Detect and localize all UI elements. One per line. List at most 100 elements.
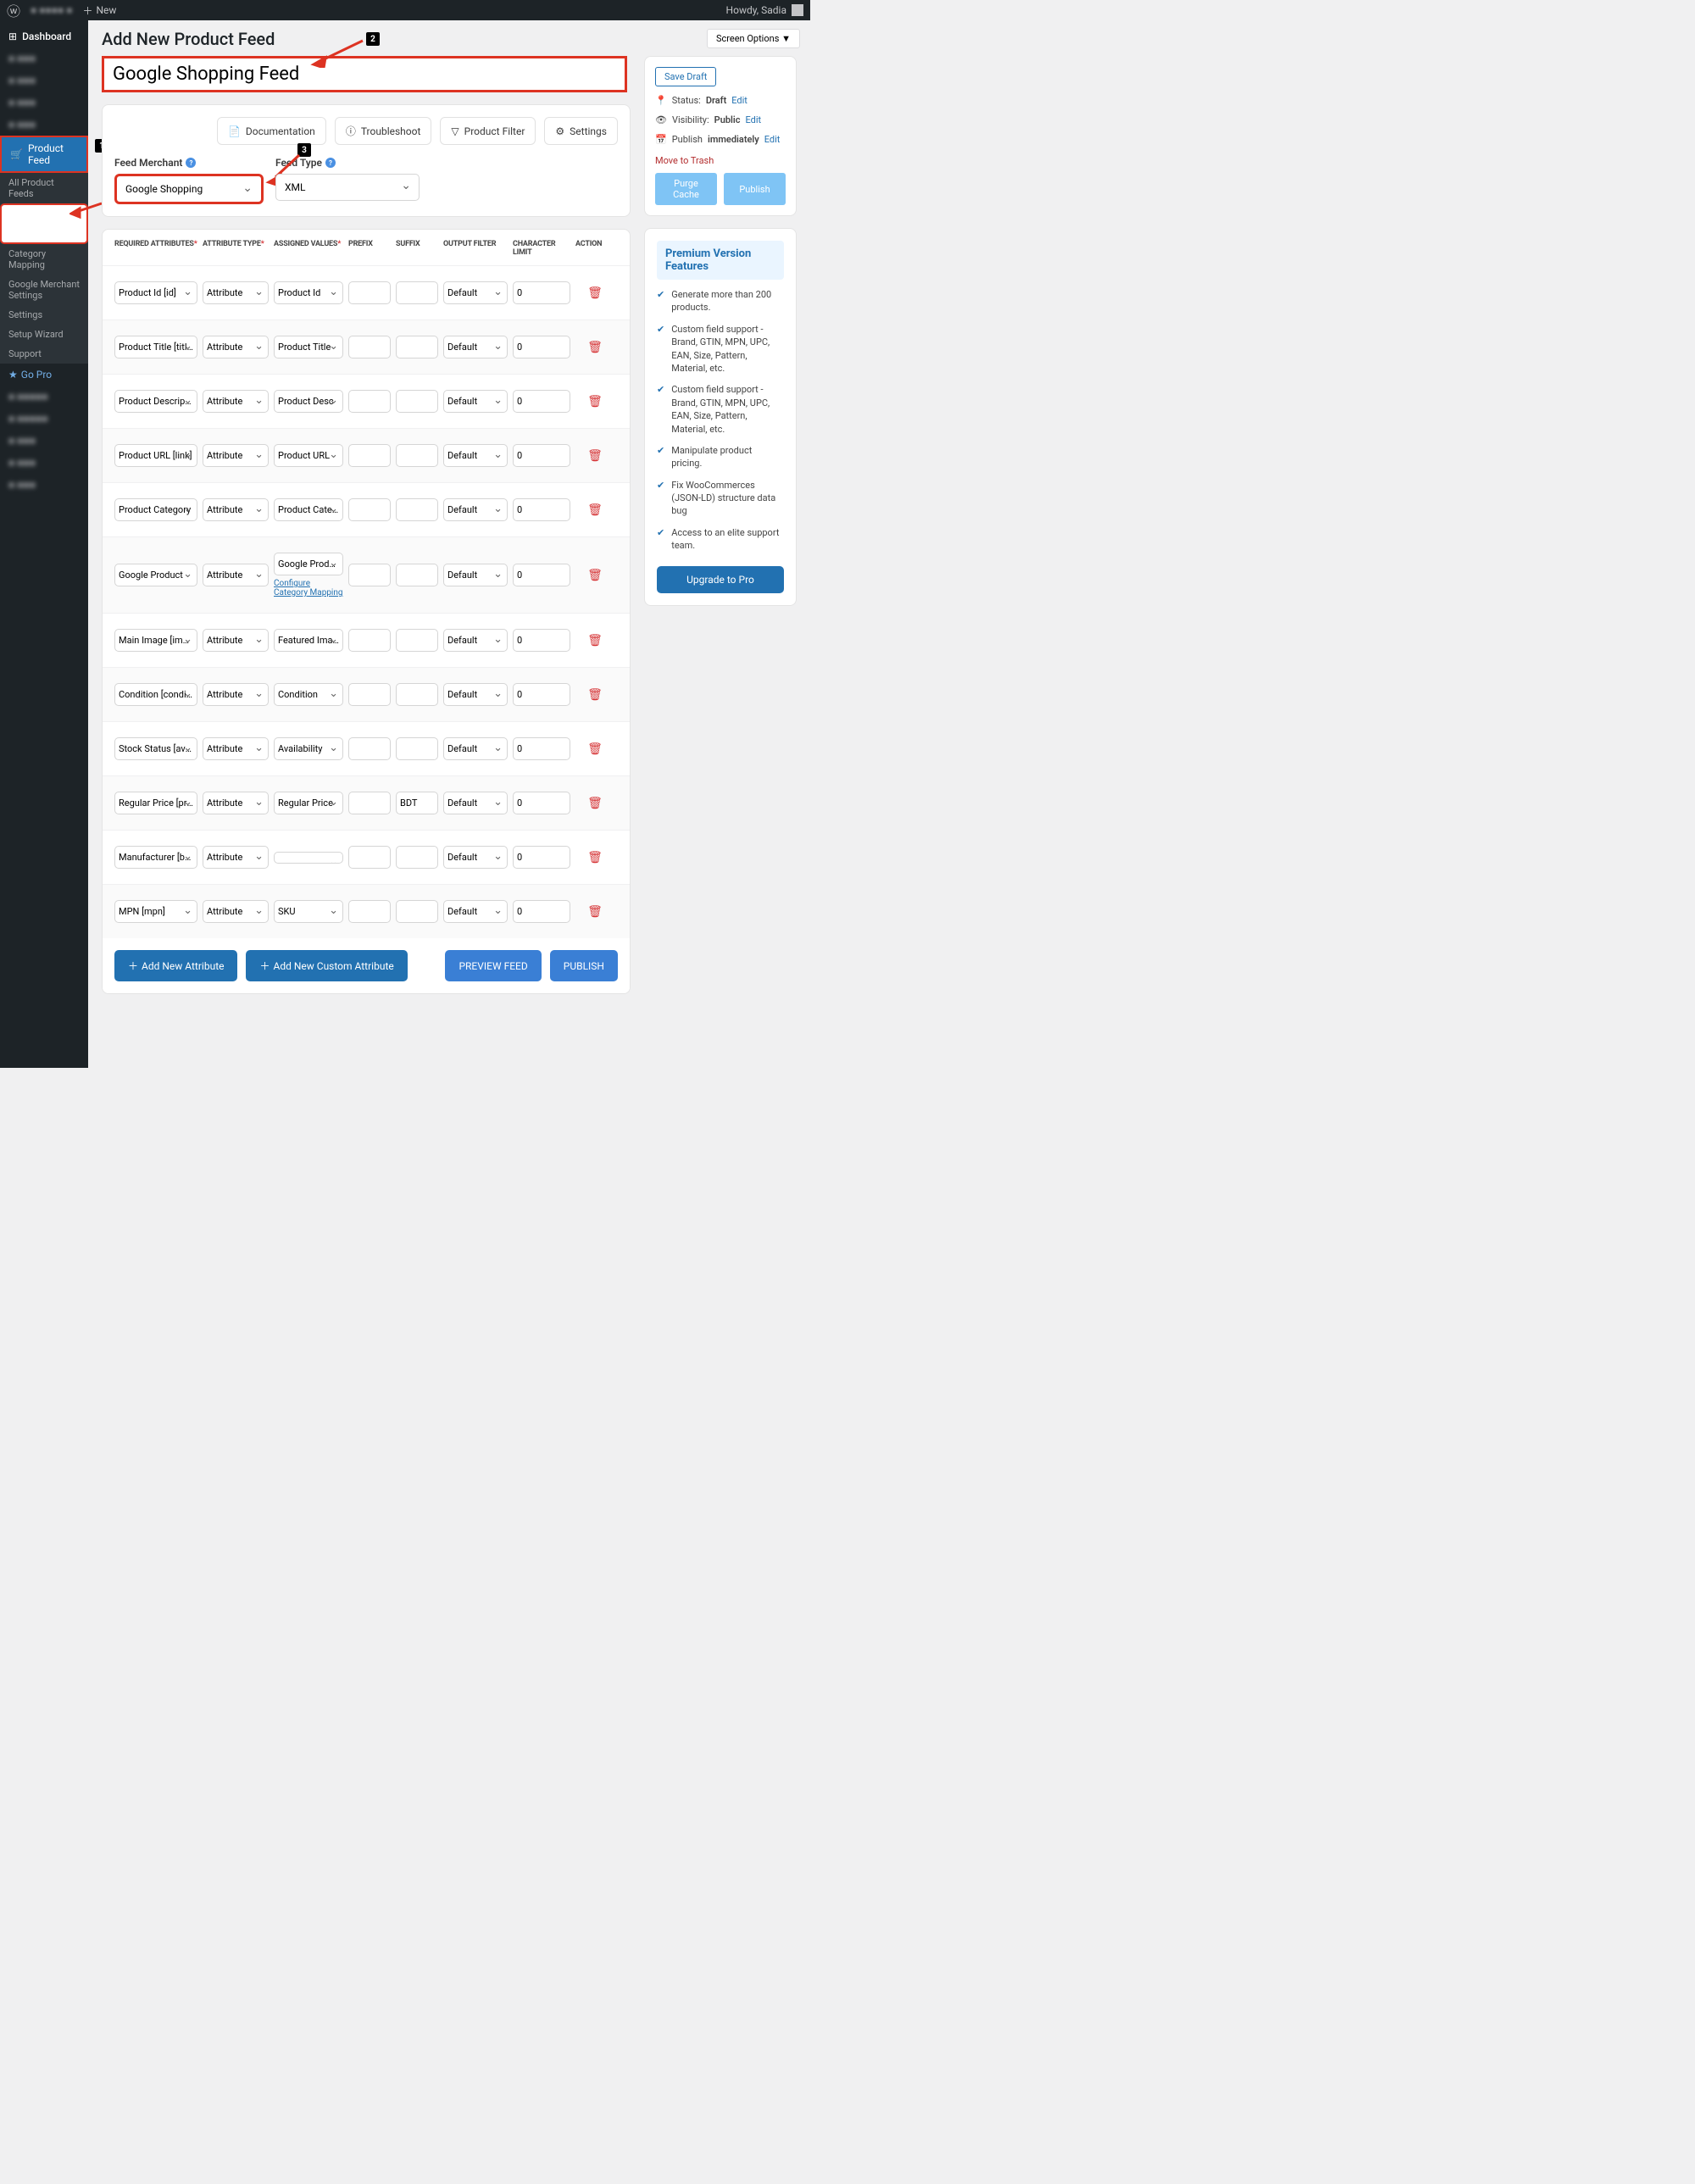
attr-select[interactable]: MPN [mpn] [114, 900, 197, 923]
sidebar-product-feed[interactable]: 🛒Product Feed [0, 136, 88, 173]
char-limit-input[interactable] [513, 498, 570, 521]
char-limit-input[interactable] [513, 336, 570, 358]
prefix-input[interactable] [348, 336, 391, 358]
assigned-value-select[interactable] [274, 852, 343, 864]
char-limit-input[interactable] [513, 683, 570, 706]
assigned-value-select[interactable]: SKU [274, 900, 343, 923]
settings-button[interactable]: ⚙Settings [544, 117, 618, 145]
prefix-input[interactable] [348, 629, 391, 652]
suffix-input[interactable] [396, 564, 438, 586]
output-filter-select[interactable]: Default [443, 683, 508, 706]
suffix-input[interactable] [396, 444, 438, 467]
product-filter-button[interactable]: ▽Product Filter [440, 117, 536, 145]
assigned-value-select[interactable]: Google Product [274, 553, 343, 575]
char-limit-input[interactable] [513, 564, 570, 586]
help-icon[interactable]: ? [186, 158, 196, 168]
output-filter-select[interactable]: Default [443, 336, 508, 358]
assigned-value-select[interactable]: Availability [274, 737, 343, 760]
delete-row-button[interactable]: 🗑 [575, 905, 614, 919]
delete-row-button[interactable]: 🗑 [575, 851, 614, 864]
char-limit-input[interactable] [513, 281, 570, 304]
attr-select[interactable]: Product URL [link] [114, 444, 197, 467]
output-filter-select[interactable]: Default [443, 900, 508, 923]
suffix-input[interactable] [396, 390, 438, 413]
feed-title-input[interactable] [102, 56, 627, 92]
attr-select[interactable]: Manufacturer [brand] [114, 846, 197, 869]
assigned-value-select[interactable]: Product Desc [274, 390, 343, 413]
suffix-input[interactable] [396, 336, 438, 358]
char-limit-input[interactable] [513, 737, 570, 760]
char-limit-input[interactable] [513, 444, 570, 467]
edit-visibility-link[interactable]: Edit [746, 114, 762, 125]
char-limit-input[interactable] [513, 792, 570, 814]
publish-feed-button[interactable]: PUBLISH [550, 950, 618, 981]
suffix-input[interactable] [396, 737, 438, 760]
assigned-value-select[interactable]: Product Id [274, 281, 343, 304]
help-icon[interactable]: ? [325, 158, 336, 168]
delete-row-button[interactable]: 🗑 [575, 634, 614, 647]
sidebar-setup-wizard[interactable]: Setup Wizard [0, 325, 88, 344]
output-filter-select[interactable]: Default [443, 792, 508, 814]
sidebar-category-mapping[interactable]: Category Mapping [0, 244, 88, 275]
sidebar-settings[interactable]: Settings [0, 305, 88, 325]
char-limit-input[interactable] [513, 846, 570, 869]
delete-row-button[interactable]: 🗑 [575, 569, 614, 582]
sidebar-go-pro[interactable]: ★Go Pro [0, 364, 88, 386]
edit-schedule-link[interactable]: Edit [764, 134, 781, 145]
prefix-input[interactable] [348, 846, 391, 869]
delete-row-button[interactable]: 🗑 [575, 395, 614, 408]
delete-row-button[interactable]: 🗑 [575, 797, 614, 810]
output-filter-select[interactable]: Default [443, 737, 508, 760]
feed-type-select[interactable]: XML [275, 174, 420, 201]
prefix-input[interactable] [348, 564, 391, 586]
assigned-value-select[interactable]: Product Title [274, 336, 343, 358]
prefix-input[interactable] [348, 281, 391, 304]
attr-select[interactable]: Main Image [image] [114, 629, 197, 652]
delete-row-button[interactable]: 🗑 [575, 286, 614, 300]
attr-select[interactable]: Product Description [114, 390, 197, 413]
attr-type-select[interactable]: Attribute [203, 444, 269, 467]
suffix-input[interactable] [396, 846, 438, 869]
prefix-input[interactable] [348, 792, 391, 814]
sidebar-add-new-feed[interactable]: Add New Feed [0, 203, 88, 244]
attr-select[interactable]: Product Title [title] [114, 336, 197, 358]
attr-type-select[interactable]: Attribute [203, 281, 269, 304]
attr-select[interactable]: Stock Status [availability] [114, 737, 197, 760]
assigned-value-select[interactable]: Condition [274, 683, 343, 706]
configure-mapping-link[interactable]: Configure Category Mapping [274, 579, 343, 597]
attr-type-select[interactable]: Attribute [203, 846, 269, 869]
attr-select[interactable]: Google Product [114, 564, 197, 586]
wp-logo-icon[interactable]: ⓦ [7, 0, 20, 20]
output-filter-select[interactable]: Default [443, 281, 508, 304]
attr-type-select[interactable]: Attribute [203, 498, 269, 521]
prefix-input[interactable] [348, 683, 391, 706]
new-button[interactable]: ＋New [82, 3, 116, 18]
preview-feed-button[interactable]: PREVIEW FEED [445, 950, 541, 981]
sidebar-dashboard[interactable]: ⊞Dashboard [0, 25, 88, 47]
edit-status-link[interactable]: Edit [731, 95, 747, 106]
attr-type-select[interactable]: Attribute [203, 629, 269, 652]
move-to-trash-link[interactable]: Move to Trash [655, 155, 786, 166]
attr-type-select[interactable]: Attribute [203, 792, 269, 814]
prefix-input[interactable] [348, 900, 391, 923]
save-draft-button[interactable]: Save Draft [655, 67, 716, 86]
attr-select[interactable]: Regular Price [price] [114, 792, 197, 814]
assigned-value-select[interactable]: Regular Price [274, 792, 343, 814]
attr-select[interactable]: Product Category [114, 498, 197, 521]
delete-row-button[interactable]: 🗑 [575, 503, 614, 517]
add-attribute-button[interactable]: ＋Add New Attribute [114, 950, 237, 981]
delete-row-button[interactable]: 🗑 [575, 742, 614, 756]
attr-type-select[interactable]: Attribute [203, 564, 269, 586]
screen-options-toggle[interactable]: Screen Options ▼ [707, 29, 800, 48]
assigned-value-select[interactable]: Featured Image [274, 629, 343, 652]
suffix-input[interactable] [396, 629, 438, 652]
assigned-value-select[interactable]: Product Category [274, 498, 343, 521]
output-filter-select[interactable]: Default [443, 390, 508, 413]
attr-select[interactable]: Condition [condition] [114, 683, 197, 706]
documentation-button[interactable]: 📄Documentation [217, 117, 326, 145]
feed-merchant-select[interactable]: Google Shopping [117, 176, 261, 202]
suffix-input[interactable] [396, 792, 438, 814]
attr-type-select[interactable]: Attribute [203, 683, 269, 706]
output-filter-select[interactable]: Default [443, 846, 508, 869]
assigned-value-select[interactable]: Product URL [274, 444, 343, 467]
